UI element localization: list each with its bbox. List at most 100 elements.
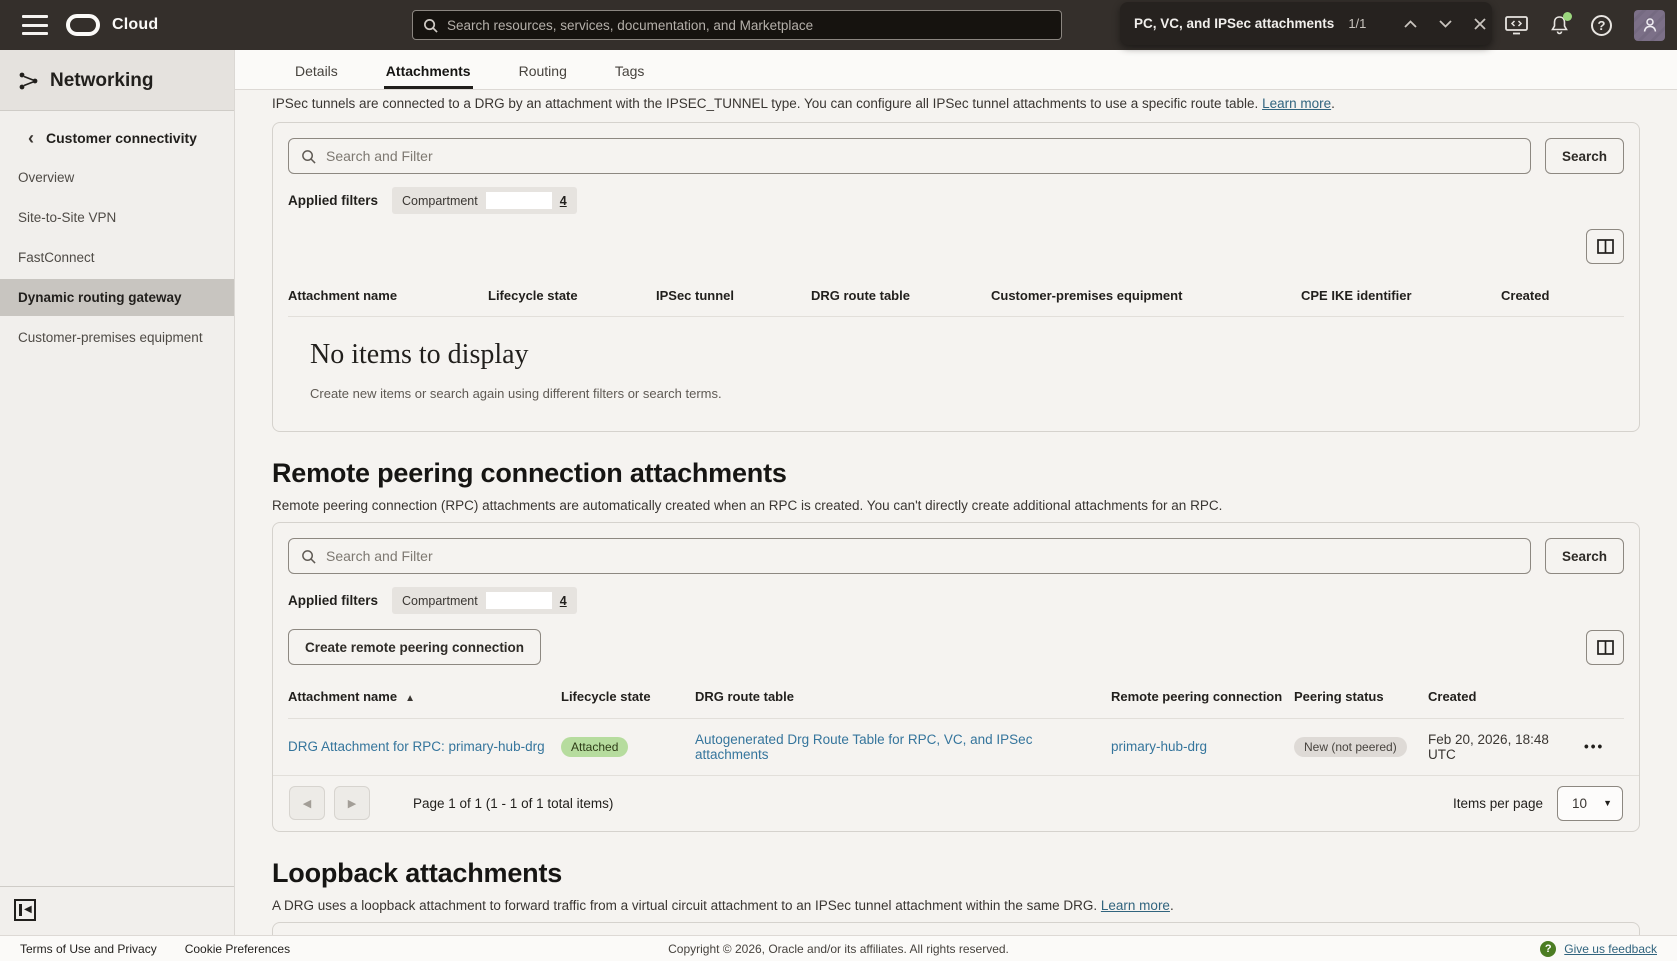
sidebar-back-label: Customer connectivity <box>46 130 197 146</box>
sidebar-item-overview[interactable]: Overview <box>0 159 234 196</box>
sidebar-footer: ◀ <box>0 886 234 935</box>
sidebar-item-fastconnect[interactable]: FastConnect <box>0 239 234 276</box>
col-cpe[interactable]: Customer-premises equipment <box>991 278 1301 316</box>
sidebar-item-dynamic-routing-gateway[interactable]: Dynamic routing gateway <box>0 279 234 316</box>
find-in-page-bar: PC, VC, and IPSec attachments 1/1 <box>1120 2 1492 45</box>
sidebar-collapse-button[interactable]: ◀ <box>14 899 36 921</box>
previous-page-button[interactable]: ◀ <box>289 786 325 820</box>
loopback-attachments-card: Search Applied filters Compartment <box>272 922 1640 935</box>
search-icon <box>301 149 316 164</box>
loopback-learn-more-link[interactable]: Learn more <box>1101 898 1170 913</box>
col-ipsec-tunnel[interactable]: IPSec tunnel <box>656 278 811 316</box>
notification-dot <box>1563 12 1572 21</box>
col-attachment-name[interactable]: Attachment name▲ <box>288 679 561 718</box>
rpc-search-button[interactable]: Search <box>1545 538 1624 574</box>
sidebar-item-customer-premises-equipment[interactable]: Customer-premises equipment <box>0 319 234 356</box>
terms-link[interactable]: Terms of Use and Privacy <box>20 942 157 956</box>
notifications-bell-icon[interactable] <box>1550 15 1569 35</box>
ipsec-search-input[interactable] <box>326 148 1518 164</box>
ipsec-attachments-card: Search Applied filters Compartment 4 <box>272 122 1640 432</box>
ipsec-table-header-row: Attachment name Lifecycle state IPSec tu… <box>288 278 1624 316</box>
global-search-input[interactable] <box>447 18 1051 33</box>
peering-status-badge: New (not peered) <box>1294 737 1407 757</box>
find-query: PC, VC, and IPSec attachments <box>1134 16 1334 31</box>
tab-details[interactable]: Details <box>293 54 340 89</box>
sidebar-header: Networking <box>0 50 234 111</box>
sort-ascending-icon: ▲ <box>405 693 415 704</box>
ipsec-attachments-table: Attachment name Lifecycle state IPSec tu… <box>288 278 1624 316</box>
tab-tags[interactable]: Tags <box>613 54 647 89</box>
rpc-table-row: DRG Attachment for RPC: primary-hub-drg … <box>288 718 1624 775</box>
remote-peering-connection-link[interactable]: primary-hub-drg <box>1111 739 1207 754</box>
pagination-text: Page 1 of 1 (1 - 1 of 1 total items) <box>413 796 613 811</box>
drg-route-table-link[interactable]: Autogenerated Drg Route Table for RPC, V… <box>695 732 1032 762</box>
tab-routing[interactable]: Routing <box>517 54 569 89</box>
chevron-left-icon: ‹ <box>28 132 34 144</box>
find-match-count: 1/1 <box>1348 16 1366 31</box>
chip-count-link[interactable]: 4 <box>560 594 567 608</box>
developer-tools-icon[interactable] <box>1505 16 1528 35</box>
col-created[interactable]: Created <box>1428 679 1584 718</box>
cookie-preferences-link[interactable]: Cookie Preferences <box>185 942 290 956</box>
col-peering-status[interactable]: Peering status <box>1294 679 1428 718</box>
search-icon <box>301 549 316 564</box>
row-actions-menu-button[interactable]: ••• <box>1584 739 1604 754</box>
col-actions <box>1584 679 1624 718</box>
find-close-button[interactable] <box>1468 16 1492 32</box>
items-per-page-select[interactable]: 10 ▼ <box>1557 786 1623 821</box>
col-drg-route-table[interactable]: DRG route table <box>695 679 1111 718</box>
loopback-section-description: A DRG uses a loopback attachment to forw… <box>272 898 1640 913</box>
rpc-attachments-card: Search Applied filters Compartment 4 Cre… <box>272 522 1640 832</box>
chip-redacted-value <box>486 192 552 209</box>
sidebar-back-nav[interactable]: ‹ Customer connectivity <box>0 111 234 156</box>
find-next-button[interactable] <box>1433 18 1458 30</box>
sidebar-item-site-to-site-vpn[interactable]: Site-to-Site VPN <box>0 199 234 236</box>
hamburger-menu-icon[interactable] <box>22 15 48 35</box>
global-search[interactable] <box>412 10 1062 40</box>
ipsec-compartment-filter-chip[interactable]: Compartment 4 <box>392 187 577 214</box>
rpc-attachment-name-link[interactable]: DRG Attachment for RPC: primary-hub-drg <box>288 739 545 754</box>
help-icon[interactable]: ? <box>1591 15 1612 36</box>
rpc-search-filter[interactable] <box>288 538 1531 574</box>
create-remote-peering-connection-button[interactable]: Create remote peering connection <box>288 629 541 665</box>
brand[interactable]: Cloud <box>66 14 158 36</box>
topbar-icon-group: ? <box>1505 0 1665 50</box>
give-feedback-link[interactable]: Give us feedback <box>1564 942 1657 956</box>
col-cpe-ike-identifier[interactable]: CPE IKE identifier <box>1301 278 1501 316</box>
rpc-compartment-filter-chip[interactable]: Compartment 4 <box>392 587 577 614</box>
loopback-section-title: Loopback attachments <box>272 858 1640 889</box>
col-lifecycle-state[interactable]: Lifecycle state <box>488 278 656 316</box>
col-created[interactable]: Created <box>1501 278 1624 316</box>
search-icon <box>423 18 438 33</box>
chip-count-link[interactable]: 4 <box>560 194 567 208</box>
chip-redacted-value <box>486 592 552 609</box>
items-per-page-value: 10 <box>1572 796 1587 811</box>
columns-icon <box>1597 640 1614 655</box>
ipsec-search-filter[interactable] <box>288 138 1531 174</box>
lifecycle-state-badge: Attached <box>561 737 628 757</box>
ipsec-column-settings-button[interactable] <box>1586 229 1624 264</box>
col-attachment-name[interactable]: Attachment name <box>288 278 488 316</box>
columns-icon <box>1597 239 1614 254</box>
user-avatar[interactable] <box>1634 10 1665 41</box>
find-previous-button[interactable] <box>1398 18 1423 30</box>
ipsec-applied-filters-label: Applied filters <box>288 193 378 208</box>
col-remote-peering-connection[interactable]: Remote peering connection <box>1111 679 1294 718</box>
col-lifecycle-state[interactable]: Lifecycle state <box>561 679 695 718</box>
sidebar-title: Networking <box>50 70 153 92</box>
rpc-table-header-row: Attachment name▲ Lifecycle state DRG rou… <box>288 679 1624 718</box>
tab-bar: Details Attachments Routing Tags <box>235 50 1677 90</box>
networking-icon <box>18 70 40 92</box>
rpc-column-settings-button[interactable] <box>1586 630 1624 665</box>
rpc-section-description: Remote peering connection (RPC) attachme… <box>272 498 1640 513</box>
next-page-button[interactable]: ▶ <box>334 786 370 820</box>
rpc-section-title: Remote peering connection attachments <box>272 458 1640 489</box>
feedback-help-icon: ? <box>1540 941 1556 957</box>
tab-attachments[interactable]: Attachments <box>384 54 473 89</box>
ipsec-learn-more-link[interactable]: Learn more <box>1262 96 1331 111</box>
ipsec-search-button[interactable]: Search <box>1545 138 1624 174</box>
empty-state-title: No items to display <box>310 339 1624 371</box>
col-drg-route-table[interactable]: DRG route table <box>811 278 991 316</box>
main-content: Details Attachments Routing Tags IPSec t… <box>235 50 1677 935</box>
rpc-search-input[interactable] <box>326 548 1518 564</box>
